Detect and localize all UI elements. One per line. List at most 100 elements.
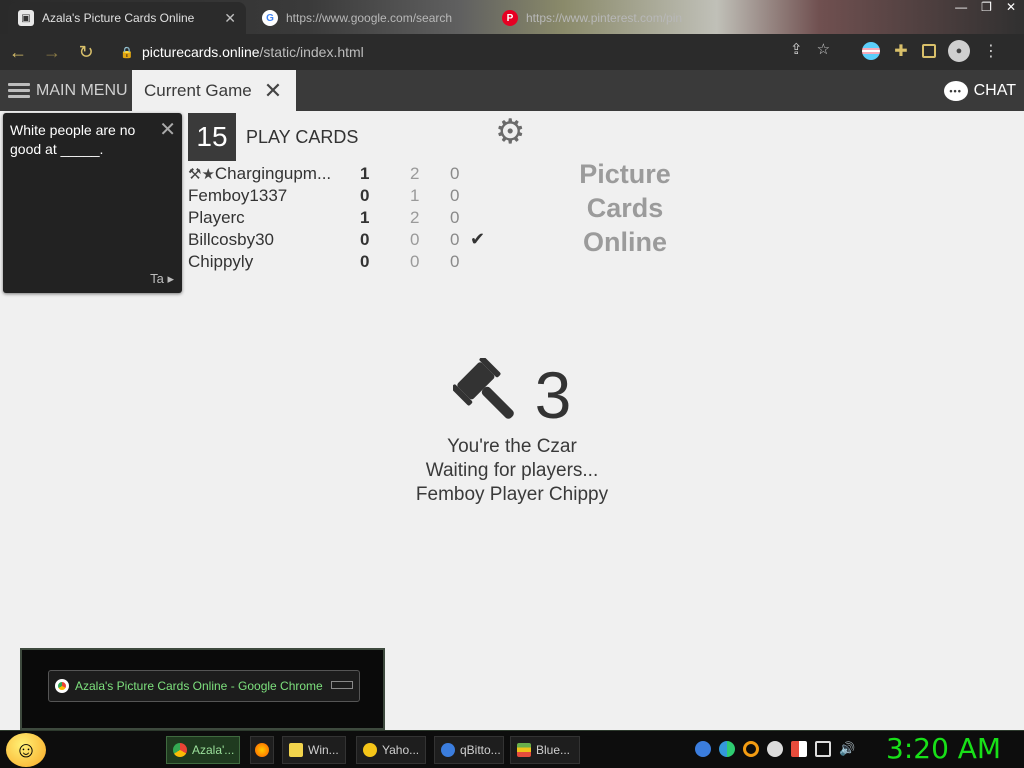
minimize-icon[interactable]: — bbox=[955, 0, 967, 20]
czar-status: 3 You're the Czar Waiting for players...… bbox=[400, 355, 624, 507]
google-favicon-icon: G bbox=[262, 10, 278, 26]
search-tray-icon[interactable] bbox=[743, 741, 759, 757]
main-menu-label: MAIN MENU bbox=[36, 81, 128, 99]
network-app-tray-icon[interactable] bbox=[719, 741, 735, 757]
window-controls: — ❐ ✕ bbox=[955, 0, 1016, 20]
browser-tab-pinterest[interactable]: P https://www.pinterest.com/pin bbox=[492, 2, 692, 34]
bookmark-star-icon[interactable]: ☆ bbox=[817, 40, 830, 58]
player-row: Playerc 1 2 0 bbox=[188, 208, 498, 230]
browser-tab-title: Azala's Picture Cards Online bbox=[42, 11, 195, 25]
preview-minimize-icon bbox=[331, 681, 353, 689]
player-stat: 2 bbox=[410, 208, 420, 227]
start-button-smiley-icon[interactable]: ☺ bbox=[6, 733, 46, 767]
player-stat: 0 bbox=[450, 208, 460, 227]
main-menu-button[interactable]: MAIN MENU bbox=[0, 70, 132, 111]
black-question-card: White people are no good at _____. ✕ Ta … bbox=[3, 113, 182, 293]
browser-tab-title: https://www.google.com/search bbox=[286, 11, 453, 25]
preview-title: Azala's Picture Cards Online - Google Ch… bbox=[75, 679, 323, 693]
firefox-icon bbox=[255, 743, 269, 757]
network-tray-icon[interactable] bbox=[815, 741, 831, 757]
taskbar-window-preview[interactable]: Azala's Picture Cards Online - Google Ch… bbox=[20, 648, 385, 730]
app-logo: Picture Cards Online bbox=[560, 157, 690, 259]
taskbar-item-firefox[interactable] bbox=[250, 736, 274, 764]
card-footer-label: Ta bbox=[150, 271, 164, 286]
browser-toolbar: ← → ↻ 🔒 picturecards.online /static/inde… bbox=[0, 34, 1024, 70]
yahoo-smiley-icon bbox=[363, 743, 377, 757]
os-taskbar: ☺ Azala'... Win... Yaho... qBitto... Blu… bbox=[0, 730, 1024, 768]
player-name: ⚒★Chargingupm... bbox=[188, 164, 348, 184]
player-stat: 0 bbox=[450, 186, 460, 205]
logo-line: Cards bbox=[586, 193, 664, 223]
close-card-icon[interactable]: ✕ bbox=[159, 117, 176, 142]
chat-button[interactable]: ••• CHAT bbox=[943, 70, 1016, 111]
player-stat: 0 bbox=[410, 230, 420, 249]
qbittorrent-icon bbox=[441, 743, 455, 757]
chat-label: CHAT bbox=[973, 81, 1016, 99]
player-row: Femboy1337 0 1 0 bbox=[188, 186, 498, 208]
gavel-icon bbox=[452, 358, 514, 419]
browser-tab-strip: ▣ Azala's Picture Cards Online ✕ G https… bbox=[0, 0, 1024, 34]
lock-icon: 🔒 bbox=[120, 46, 134, 59]
player-name: Billcosby30 bbox=[188, 230, 274, 249]
logo-line: Picture bbox=[579, 159, 671, 189]
taskbar-item-qbittorrent[interactable]: qBitto... bbox=[434, 736, 504, 764]
url-path: /static/index.html bbox=[259, 44, 364, 60]
puzzle-extensions-icon[interactable]: ✚ bbox=[892, 42, 910, 60]
forward-arrow-icon[interactable]: → bbox=[36, 36, 68, 68]
close-tab-icon[interactable]: ✕ bbox=[224, 10, 236, 27]
share-icon[interactable]: ⇪ bbox=[790, 40, 803, 58]
flag-tray-icon[interactable] bbox=[791, 741, 807, 757]
player-stat: 0 bbox=[450, 252, 460, 271]
player-stat: 0 bbox=[410, 252, 420, 271]
taskbar-item-chrome[interactable]: Azala'... bbox=[166, 736, 240, 764]
reload-icon[interactable]: ↻ bbox=[70, 36, 102, 68]
tab-current-game-label: Current Game bbox=[144, 80, 252, 100]
waiting-status: Waiting for players... bbox=[425, 460, 599, 481]
taskbar-item-yahoo[interactable]: Yaho... bbox=[356, 736, 426, 764]
taskbar-item-label: qBitto... bbox=[460, 743, 501, 757]
sidebar-panel-icon[interactable] bbox=[922, 44, 936, 58]
browser-tab-title: https://www.pinterest.com/pin bbox=[526, 11, 682, 25]
back-arrow-icon[interactable]: ← bbox=[2, 36, 34, 68]
player-score: 1 bbox=[360, 164, 370, 183]
gear-icon[interactable]: ⚙ bbox=[495, 115, 525, 149]
player-row: Chippyly 0 0 0 bbox=[188, 252, 498, 274]
browser-tab-google[interactable]: G https://www.google.com/search bbox=[252, 2, 488, 34]
taskbar-clock[interactable]: 3:20 AM bbox=[886, 732, 1001, 765]
address-bar[interactable]: 🔒 picturecards.online /static/index.html bbox=[110, 39, 855, 65]
taskbar-item-win[interactable]: Win... bbox=[282, 736, 346, 764]
player-score: 0 bbox=[360, 230, 370, 249]
qbittorrent-tray-icon[interactable] bbox=[695, 741, 711, 757]
tab-current-game[interactable]: Current Game ✕ bbox=[132, 70, 296, 111]
player-name: Chippyly bbox=[188, 252, 254, 271]
player-name-text: Chargingupm... bbox=[214, 164, 332, 183]
player-stat: 0 bbox=[450, 230, 460, 249]
player-stat: 0 bbox=[450, 164, 460, 183]
black-card-text: White people are no good at _____. bbox=[10, 122, 136, 157]
close-game-tab-icon[interactable]: ✕ bbox=[264, 78, 282, 104]
taskbar-item-label: Blue... bbox=[536, 743, 571, 757]
czar-role: You're the Czar bbox=[447, 436, 577, 457]
pending-players: Femboy Player Chippy bbox=[415, 484, 609, 505]
player-row: Billcosby30 0 0 0 ✔ bbox=[188, 229, 498, 252]
messenger-tray-icon[interactable] bbox=[767, 741, 783, 757]
player-name: Playerc bbox=[188, 208, 245, 227]
play-cards-label[interactable]: PLAY CARDS bbox=[246, 127, 358, 148]
close-window-icon[interactable]: ✕ bbox=[1006, 0, 1016, 20]
taskbar-item-bluestacks[interactable]: Blue... bbox=[510, 736, 580, 764]
flag-extension-icon[interactable] bbox=[862, 42, 880, 60]
browser-menu-icon[interactable]: ⋮ bbox=[982, 42, 1000, 60]
player-stat: 2 bbox=[410, 164, 420, 183]
checkmark-icon: ✔ bbox=[470, 229, 486, 249]
card-footer[interactable]: Ta ▸ bbox=[150, 271, 174, 287]
preview-title-bar[interactable]: Azala's Picture Cards Online - Google Ch… bbox=[48, 670, 360, 702]
volume-icon[interactable]: 🔊 bbox=[839, 741, 855, 757]
browser-tab-picture-cards[interactable]: ▣ Azala's Picture Cards Online ✕ bbox=[8, 2, 246, 34]
app-top-bar: MAIN MENU Current Game ✕ ••• CHAT bbox=[0, 70, 1024, 111]
chat-bubble-icon: ••• bbox=[943, 80, 968, 101]
system-tray: 🔊 bbox=[695, 741, 855, 757]
profile-avatar-icon[interactable]: ● bbox=[948, 40, 970, 62]
restore-icon[interactable]: ❐ bbox=[981, 0, 992, 20]
player-stat: 1 bbox=[410, 186, 420, 205]
taskbar-item-label: Yaho... bbox=[382, 743, 420, 757]
